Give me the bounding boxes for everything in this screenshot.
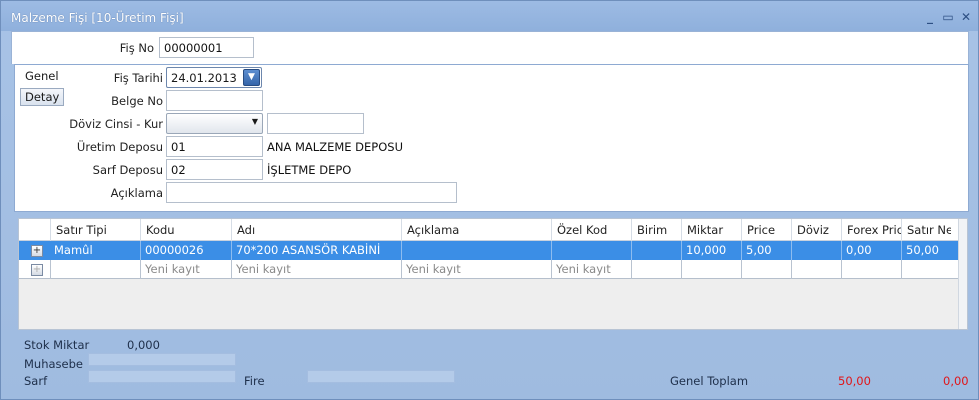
cell-miktar[interactable] [681,260,741,279]
tab-genel[interactable]: Genel [21,68,63,84]
sarf-label: Sarf [24,374,48,388]
fire-label: Fire [244,374,265,388]
col-adi[interactable]: Adı [231,219,401,241]
cell-aciklama[interactable] [401,241,551,260]
col-satir-tipi[interactable]: Satır Tipi [50,219,140,241]
col-aciklama[interactable]: Açıklama [401,219,551,241]
maximize-icon[interactable]: ▭ [941,10,955,24]
expand-row-icon[interactable]: + [31,264,43,276]
title-bar[interactable]: Malzeme Fişi [10-Üretim Fişi] _ ▭ ✕ [1,1,978,31]
genel-toplam-value: 50,00 [838,374,871,388]
fis-tarihi-value: 24.01.2013 [171,71,237,85]
kur-input[interactable] [267,113,364,134]
aciklama-label: Açıklama [110,186,163,200]
general-panel: Genel Detay Fiş Tarihi 24.01.2013 ▼ Belg… [14,64,969,212]
fis-tarihi-datepicker[interactable]: 24.01.2013 ▼ [166,67,262,88]
fire-field[interactable] [307,370,455,383]
chevron-down-icon: ▼ [251,117,258,126]
stok-miktar-value: 0,000 [127,338,160,352]
detail-grid: Satır Tipi Kodu Adı Açıklama Özel Kod Bi… [18,218,968,330]
cell-satir-tipi[interactable]: Mamûl [50,241,140,260]
genel-toplam-label: Genel Toplam [670,374,749,388]
col-satir-net[interactable]: Satır Ne [901,219,951,241]
muhasebe-field[interactable] [88,353,236,366]
cell-kodu[interactable]: Yeni kayıt [140,260,231,279]
col-doviz[interactable]: Döviz [791,219,841,241]
sarf-deposu-name: İŞLETME DEPO [267,163,352,177]
new-record-row[interactable]: + Yeni kayıt Yeni kayıt Yeni kayıt Yeni … [19,260,959,279]
table-row[interactable]: + Mamûl 00000026 70*200 ASANSÖR KABİNİ 1… [19,241,959,260]
doviz-cinsi-kur-label: Döviz Cinsi - Kur [69,117,163,131]
cell-price[interactable]: 5,00 [741,241,791,260]
sarf-deposu-label: Sarf Deposu [92,163,163,177]
col-birim[interactable]: Birim [631,219,681,241]
fis-no-input[interactable]: 00000001 [159,37,254,58]
close-icon[interactable]: ✕ [959,10,973,24]
header-panel: Fiş No 00000001 [11,31,969,64]
extra-total-value: 0,00 [943,374,969,388]
uretim-deposu-name: ANA MALZEME DEPOSU [267,140,404,154]
cell-forex-price[interactable]: 0,00 [841,241,901,260]
doviz-cinsi-select[interactable]: ▼ [166,113,263,134]
cell-price[interactable] [741,260,791,279]
col-ozel-kod[interactable]: Özel Kod [551,219,631,241]
stok-miktar-label: Stok Miktar [24,338,90,352]
cell-satir-net[interactable] [901,260,951,279]
minimize-icon[interactable]: _ [923,10,937,24]
cell-ozel-kod[interactable] [551,241,631,260]
belge-no-label: Belge No [111,94,163,108]
cell-adi[interactable]: Yeni kayıt [231,260,401,279]
grid-vertical-scrollbar[interactable] [958,219,967,329]
col-price[interactable]: Price [741,219,791,241]
calendar-dropdown-icon[interactable]: ▼ [243,69,260,86]
col-kodu[interactable]: Kodu [140,219,231,241]
malzeme-fisi-window: Malzeme Fişi [10-Üretim Fişi] _ ▭ ✕ Fiş … [0,0,979,400]
muhasebe-label: Muhasebe [24,357,83,371]
sarf-field[interactable] [88,370,236,383]
belge-no-input[interactable] [166,90,263,111]
cell-satir-net[interactable]: 50,00 [901,241,951,260]
cell-ozel-kod[interactable]: Yeni kayıt [551,260,631,279]
cell-miktar[interactable]: 10,000 [681,241,741,260]
cell-aciklama[interactable]: Yeni kayıt [401,260,551,279]
uretim-deposu-input[interactable]: 01 [166,136,263,157]
cell-satir-tipi[interactable] [50,260,140,279]
cell-birim[interactable] [631,241,681,260]
expand-row-icon[interactable]: + [31,245,43,257]
window-title: Malzeme Fişi [10-Üretim Fişi] [11,11,184,25]
aciklama-input[interactable] [166,182,457,203]
uretim-deposu-label: Üretim Deposu [76,140,163,154]
cell-birim[interactable] [631,260,681,279]
grid-header: Satır Tipi Kodu Adı Açıklama Özel Kod Bi… [19,219,959,241]
cell-adi[interactable]: 70*200 ASANSÖR KABİNİ [231,241,401,260]
fis-tarihi-label: Fiş Tarihi [113,71,163,85]
cell-kodu[interactable]: 00000026 [140,241,231,260]
col-miktar[interactable]: Miktar [681,219,741,241]
cell-forex-price[interactable] [841,260,901,279]
col-forex-price[interactable]: Forex Pric [841,219,901,241]
sarf-deposu-input[interactable]: 02 [166,159,263,180]
cell-doviz[interactable] [791,260,841,279]
cell-doviz[interactable] [791,241,841,260]
tab-detay[interactable]: Detay [20,88,65,106]
fis-no-label: Fiş No [119,41,154,55]
